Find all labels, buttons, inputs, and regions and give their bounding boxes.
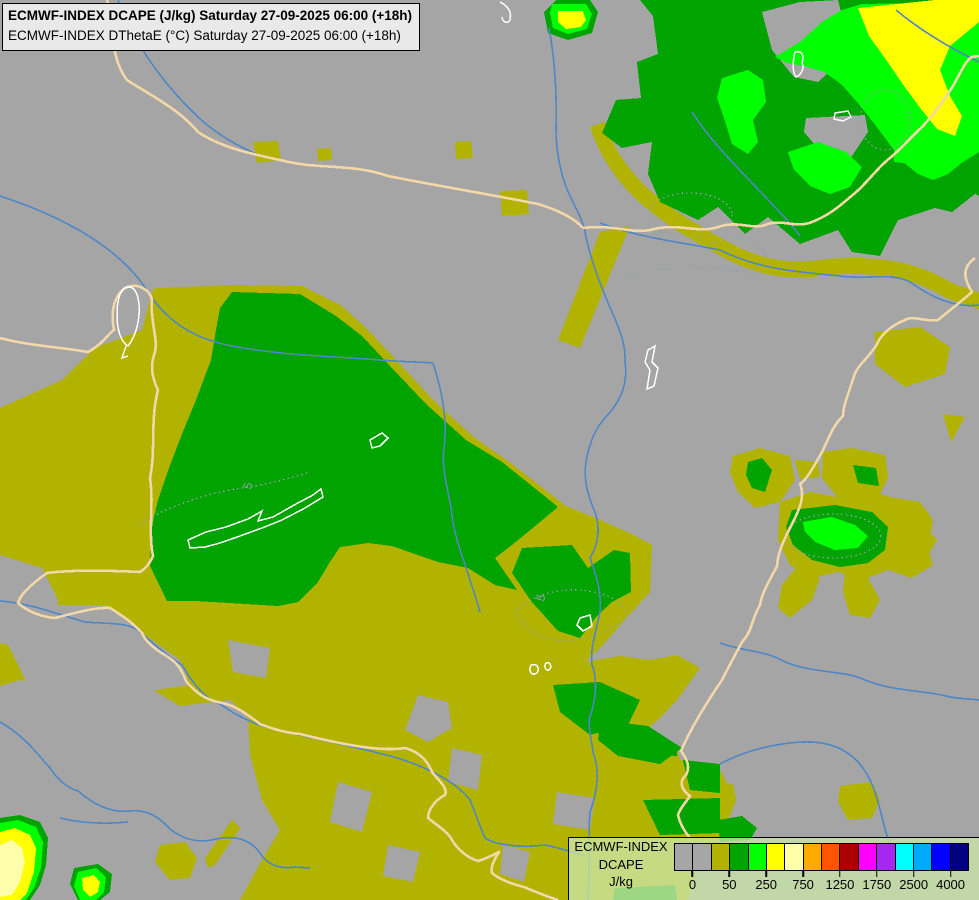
legend-tick-label: 1250: [825, 877, 855, 892]
legend-swatch: [748, 844, 767, 870]
map-title-line2: ECMWF-INDEX DThetaE (°C) Saturday 27-09-…: [8, 28, 401, 44]
legend-swatch: [840, 844, 859, 870]
legend-swatch: [785, 844, 804, 870]
legend-title: ECMWF-INDEX DCAPE J/kg: [569, 838, 673, 891]
legend-tick-label: 750: [792, 877, 814, 892]
legend-panel: ECMWF-INDEX DCAPE J/kg 0 50 250 750 1250 1750…: [568, 837, 979, 900]
legend-swatch: [675, 844, 694, 870]
legend-swatch: [913, 844, 933, 870]
legend-swatch: [803, 844, 822, 870]
legend-title-line1: ECMWF-INDEX: [574, 839, 668, 854]
legend-tick-label: 4000: [936, 877, 966, 892]
legend-swatch: [895, 844, 914, 870]
legend-swatch: [693, 844, 712, 870]
map-title-line1: ECMWF-INDEX DCAPE (J/kg) Saturday 27-09-…: [8, 8, 412, 23]
legend-tick-label: 2500: [899, 877, 929, 892]
legend-swatch: [711, 844, 731, 870]
legend-swatch: [822, 844, 841, 870]
legend-swatch: [766, 844, 786, 870]
legend-swatch: [877, 844, 896, 870]
legend-tick-label: 1750: [862, 877, 892, 892]
legend-title-line3: J/kg: [609, 874, 633, 890]
weather-map: 5 5 5: [0, 0, 979, 900]
legend-tick-label: 250: [755, 877, 778, 892]
legend-swatch: [950, 844, 968, 870]
map-title-box: ECMWF-INDEX DCAPE (J/kg) Saturday 27-09-…: [2, 3, 420, 51]
legend-tick-label: 50: [722, 877, 737, 892]
legend-tick-label: 0: [688, 877, 697, 892]
legend-swatch: [932, 844, 951, 870]
legend-swatch: [730, 844, 749, 870]
weather-map-app: 5 5 5 ECMWF-INDEX DCAPE (J/kg) Saturday …: [0, 0, 979, 900]
legend-tick-row: 0 50 250 750 1250 1750 2500 4000: [674, 871, 969, 897]
legend-title-line2: DCAPE: [598, 856, 644, 872]
legend-swatch-row: [674, 843, 969, 871]
legend-swatch: [858, 844, 878, 870]
